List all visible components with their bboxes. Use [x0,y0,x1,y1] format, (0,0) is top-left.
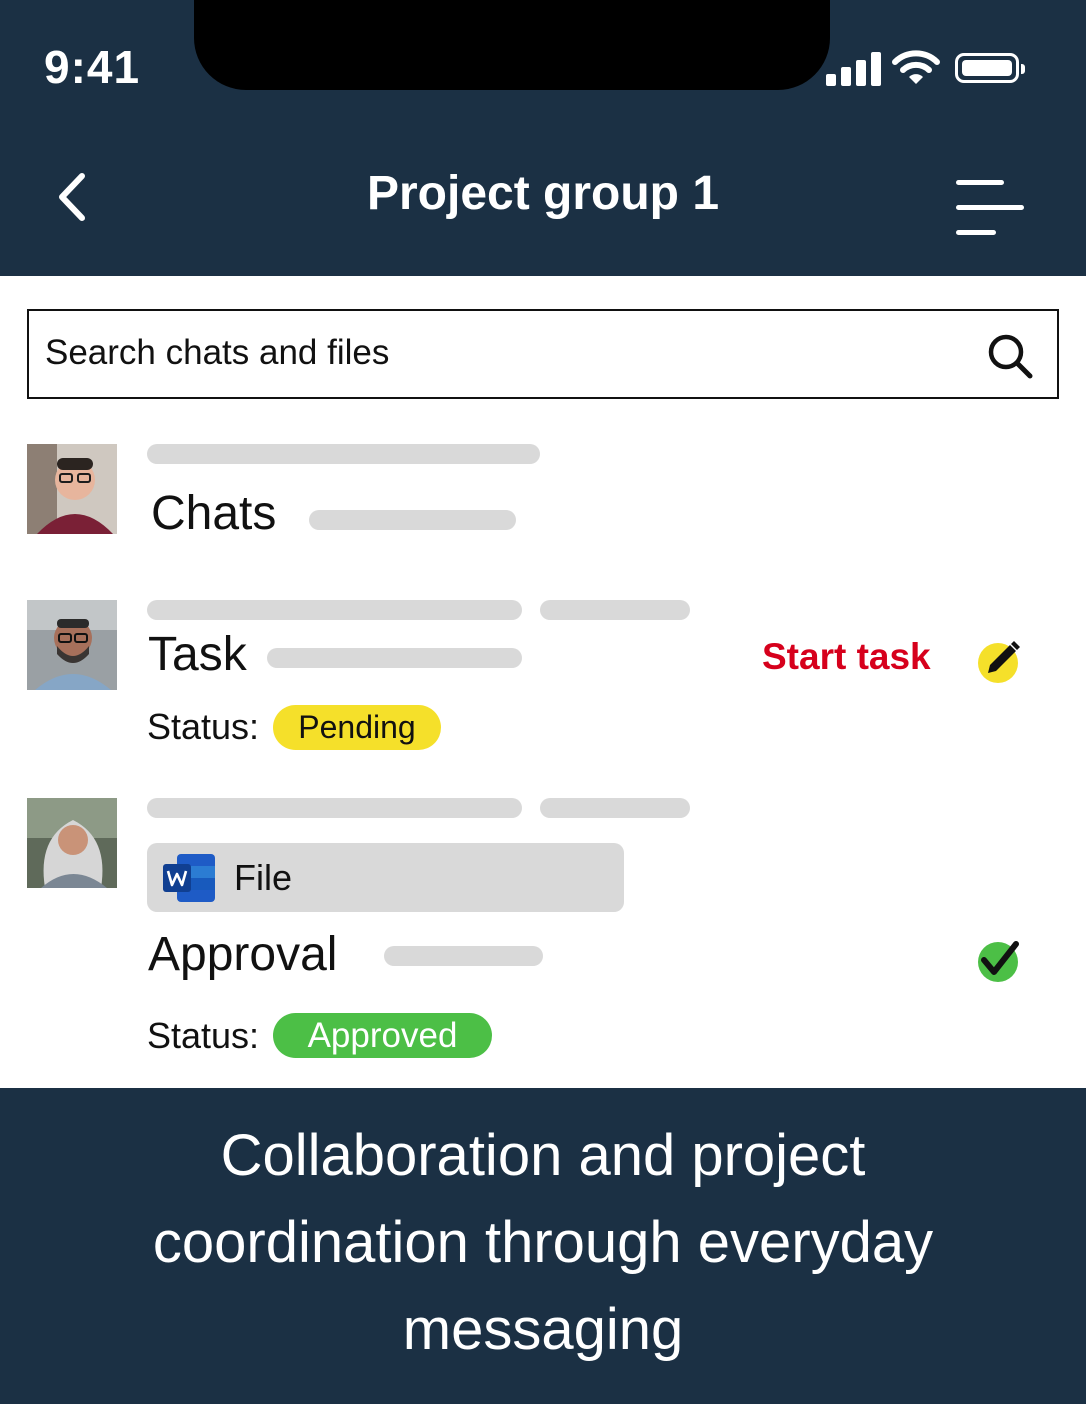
status-time: 9:41 [44,41,141,93]
signal-icon [826,50,882,86]
battery-icon [955,53,1025,83]
placeholder-line [309,510,516,530]
chats-label: Chats [151,487,277,540]
app-header: 9:41 Project group 1 [0,0,1086,276]
status-badge: Pending [273,705,441,750]
placeholder-line [147,798,522,818]
task-label: Task [148,628,247,681]
placeholder-line [267,648,522,668]
footer-caption: Collaboration and project coordination t… [152,1123,934,1362]
wifi-icon [892,50,940,84]
approval-label: Approval [148,928,338,981]
placeholder-line [540,798,690,818]
pencil-icon[interactable] [974,636,1024,686]
placeholder-line [540,600,690,620]
checkmark-icon[interactable] [974,936,1024,986]
menu-icon[interactable] [952,176,1028,240]
placeholder-line [147,600,522,620]
footer-banner: Collaboration and project coordination t… [0,1088,1086,1404]
file-name: File [234,857,293,898]
word-file-icon [163,854,215,902]
file-attachment[interactable]: File [147,843,624,912]
placeholder-line [384,946,543,966]
search-placeholder: Search chats and files [45,333,390,372]
start-task-button[interactable]: Start task [762,636,931,678]
avatar [27,444,117,534]
device-notch [194,0,830,90]
placeholder-line [147,444,540,464]
search-icon[interactable] [985,331,1035,381]
status-badge: Approved [273,1013,492,1058]
avatar [27,600,117,690]
status-label: Status: [147,706,260,747]
page-title: Project group 1 [366,167,720,220]
avatar [27,798,117,888]
status-label: Status: [147,1015,260,1056]
search-input[interactable]: Search chats and files [27,309,1059,399]
